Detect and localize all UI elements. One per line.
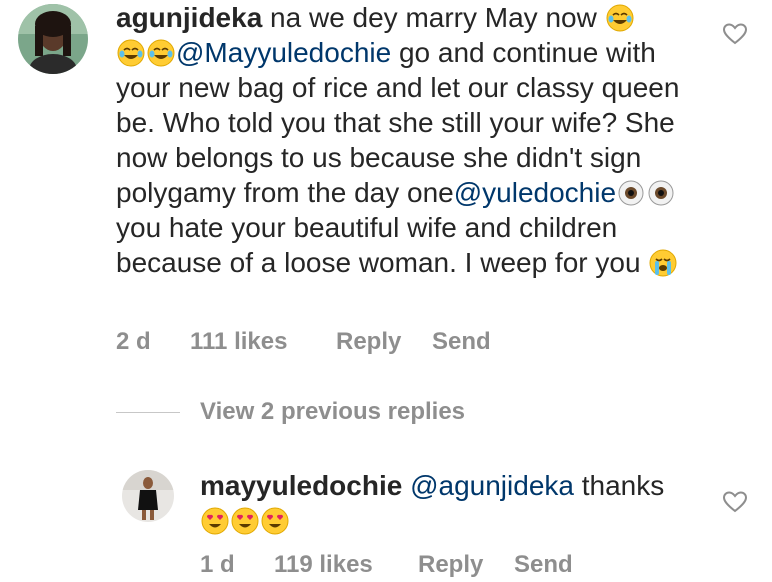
heart-eyes-emoji bbox=[261, 507, 289, 535]
username[interactable]: mayyuledochie bbox=[200, 470, 402, 501]
comment-meta: 2 d 111 likes Reply Send bbox=[116, 328, 491, 356]
heart-eyes-emoji bbox=[201, 507, 229, 535]
timestamp: 1 d bbox=[200, 551, 235, 578]
eye-emoji bbox=[648, 180, 674, 206]
heart-outline-icon[interactable] bbox=[722, 22, 748, 46]
reply-button[interactable]: Reply bbox=[418, 551, 514, 579]
comment-text: mayyuledochie @agunjideka thanks bbox=[200, 468, 700, 538]
likes-count[interactable]: 111 likes bbox=[190, 328, 336, 356]
username[interactable]: agunjideka bbox=[116, 2, 262, 33]
view-previous-replies[interactable]: View 2 previous replies bbox=[116, 398, 465, 426]
send-button[interactable]: Send bbox=[514, 551, 573, 579]
comment-text-part: na we dey marry May now bbox=[262, 2, 605, 33]
send-button[interactable]: Send bbox=[432, 328, 491, 356]
heart-eyes-emoji bbox=[231, 507, 259, 535]
mention-link[interactable]: @Mayyuledochie bbox=[176, 37, 391, 68]
mention-link[interactable]: @agunjideka bbox=[410, 470, 574, 501]
view-replies-label[interactable]: View 2 previous replies bbox=[200, 398, 465, 426]
eye-emoji bbox=[618, 180, 644, 206]
comment-meta: 1 d 119 likes Reply Send bbox=[200, 551, 573, 579]
likes-count[interactable]: 119 likes bbox=[274, 551, 418, 579]
reply-button[interactable]: Reply bbox=[336, 328, 432, 356]
tears-of-joy-emoji bbox=[147, 39, 175, 67]
loudly-crying-emoji bbox=[649, 249, 677, 277]
timestamp: 2 d bbox=[116, 328, 151, 355]
avatar[interactable] bbox=[18, 4, 88, 74]
comment-text: agunjideka na we dey marry May now @Mayy… bbox=[116, 0, 716, 280]
heart-outline-icon[interactable] bbox=[722, 490, 748, 514]
comment-text-part: thanks bbox=[573, 470, 665, 501]
tears-of-joy-emoji bbox=[606, 4, 634, 32]
avatar[interactable] bbox=[122, 470, 174, 522]
mention-link[interactable]: @yuledochie bbox=[454, 177, 616, 208]
divider-line bbox=[116, 411, 180, 413]
tears-of-joy-emoji bbox=[117, 39, 145, 67]
